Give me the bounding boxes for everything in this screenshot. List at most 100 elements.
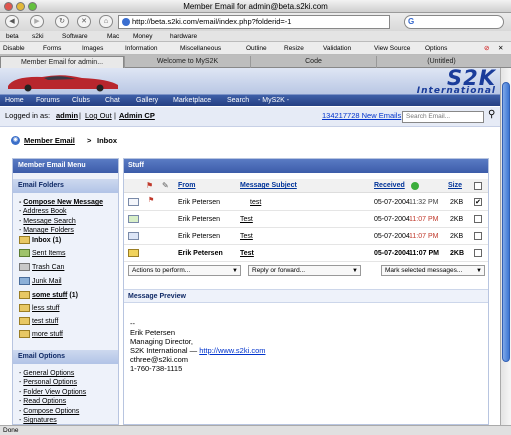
logout-link[interactable]: Log Out bbox=[85, 111, 112, 121]
nav-forums[interactable]: Forums bbox=[36, 95, 60, 107]
nav-gallery[interactable]: Gallery bbox=[136, 95, 158, 107]
table-row[interactable]: Erik Petersen Test 05-07-2004 11:07 PM 2… bbox=[124, 228, 488, 245]
home-button[interactable]: ⌂ bbox=[99, 15, 113, 28]
car-photo-icon bbox=[8, 75, 118, 92]
scrollbar-thumb[interactable] bbox=[502, 82, 510, 362]
row-checkbox[interactable]: ✔ bbox=[474, 198, 482, 206]
dev-toolbar-item[interactable]: Resize bbox=[284, 42, 304, 55]
login-bar: Logged in as: admin | Log Out | Admin CP… bbox=[0, 107, 500, 127]
forward-button[interactable]: ▶ bbox=[30, 15, 44, 28]
dev-toolbar-close-icon[interactable]: ✕ bbox=[498, 42, 503, 55]
email-search-input[interactable]: Search Email... bbox=[402, 111, 484, 123]
row-checkbox[interactable] bbox=[474, 232, 482, 240]
compose-new-message-link[interactable]: - Compose New Message bbox=[19, 198, 103, 207]
dev-toolbar-item[interactable]: Outline bbox=[246, 42, 267, 55]
minimize-window-icon[interactable] bbox=[16, 2, 25, 11]
folder-sent-items[interactable]: Sent Items bbox=[19, 249, 65, 259]
dev-toolbar-item[interactable]: Forms bbox=[43, 42, 61, 55]
row-checkbox[interactable] bbox=[474, 215, 482, 223]
folder-test-stuff[interactable]: test stuff bbox=[19, 317, 58, 327]
message-search-link[interactable]: - Message Search bbox=[19, 217, 76, 226]
dev-toolbar-item[interactable]: Options bbox=[425, 42, 447, 55]
signatures-link[interactable]: - Signatures bbox=[19, 416, 57, 425]
nav-home[interactable]: Home bbox=[5, 95, 24, 107]
tab-mys2k[interactable]: Welcome to MyS2K bbox=[124, 56, 250, 68]
row-subject-link[interactable]: Test bbox=[240, 232, 253, 241]
nav-marketplace[interactable]: Marketplace bbox=[173, 95, 211, 107]
back-button[interactable]: ◀ bbox=[5, 15, 19, 28]
web-search-field[interactable]: G bbox=[404, 15, 504, 29]
preview-url-link[interactable]: http://www.s2ki.com bbox=[199, 346, 265, 355]
sort-arrow-icon[interactable] bbox=[411, 182, 419, 190]
dev-toolbar-item[interactable]: Images bbox=[82, 42, 103, 55]
breadcrumb-member-email[interactable]: Member Email bbox=[24, 136, 75, 146]
row-subject-link[interactable]: test bbox=[250, 198, 261, 207]
attachment-column-icon[interactable]: ✎ bbox=[162, 181, 169, 190]
column-from[interactable]: From bbox=[178, 181, 196, 191]
tab-code[interactable]: Code bbox=[250, 56, 376, 68]
reply-forward-select[interactable]: Reply or forward... ▼ bbox=[248, 265, 361, 276]
manage-folders-link[interactable]: - Manage Folders bbox=[19, 226, 74, 235]
column-size[interactable]: Size bbox=[448, 181, 462, 191]
table-row[interactable]: Erik Petersen Test 05-07-2004 11:07 PM 2… bbox=[124, 245, 488, 262]
table-row[interactable]: Erik Petersen Test 05-07-2004 11:07 PM 2… bbox=[124, 211, 488, 228]
nav-search[interactable]: Search bbox=[227, 95, 249, 107]
dev-toolbar-item[interactable]: Miscellaneous bbox=[180, 42, 221, 55]
row-checkbox[interactable] bbox=[474, 249, 482, 257]
actions-select[interactable]: Actions to perform... ▼ bbox=[128, 265, 241, 276]
row-subject-link[interactable]: Test bbox=[240, 215, 253, 224]
folder-less-stuff[interactable]: less stuff bbox=[19, 304, 60, 314]
select-all-checkbox[interactable] bbox=[474, 182, 482, 190]
s2k-international-logo[interactable]: S2K International bbox=[417, 68, 496, 96]
dev-toolbar-item[interactable]: View Source bbox=[374, 42, 410, 55]
table-row[interactable]: ⚑ Erik Petersen test 05-07-2004 11:32 PM… bbox=[124, 194, 488, 211]
nav-mys2k[interactable]: - MyS2K - bbox=[258, 95, 289, 107]
dev-toolbar-item[interactable]: Information bbox=[125, 42, 158, 55]
folder-view-options-link[interactable]: - Folder View Options bbox=[19, 388, 86, 397]
tab-member-email[interactable]: Member Email for admin... bbox=[0, 56, 124, 68]
bookmark-item[interactable]: Software bbox=[62, 31, 88, 42]
username-link[interactable]: admin bbox=[56, 111, 78, 121]
general-options-link[interactable]: - General Options bbox=[19, 369, 74, 378]
folder-trash-can[interactable]: Trash Can bbox=[19, 263, 64, 273]
preview-line: Erik Petersen bbox=[130, 328, 176, 337]
url-field[interactable]: http://beta.s2ki.com/email/index.php?fol… bbox=[118, 15, 390, 29]
dev-toolbar-item[interactable]: Disable bbox=[3, 42, 25, 55]
column-subject[interactable]: Message Subject bbox=[240, 181, 297, 191]
nav-chat[interactable]: Chat bbox=[105, 95, 120, 107]
bookmark-item[interactable]: beta bbox=[6, 31, 19, 42]
bookmark-item[interactable]: Mac bbox=[107, 31, 119, 42]
bookmark-item[interactable]: hardware bbox=[170, 31, 197, 42]
vertical-scrollbar[interactable] bbox=[500, 68, 511, 425]
address-book-link[interactable]: - Address Book bbox=[19, 207, 66, 216]
close-window-icon[interactable] bbox=[4, 2, 13, 11]
zoom-window-icon[interactable] bbox=[28, 2, 37, 11]
bookmark-item[interactable]: s2ki bbox=[32, 31, 44, 42]
chevron-down-icon: ▼ bbox=[476, 268, 482, 274]
admin-cp-link[interactable]: Admin CP bbox=[119, 111, 155, 121]
site-navigation: Home Forums Clubs Chat Gallery Marketpla… bbox=[0, 94, 500, 106]
folder-some-stuff[interactable]: some stuff (1) bbox=[19, 291, 78, 301]
tab-untitled[interactable]: (Untitled) bbox=[376, 56, 506, 68]
row-subject-link[interactable]: Test bbox=[240, 249, 254, 258]
flag-icon[interactable]: ⚑ bbox=[148, 196, 154, 205]
search-icon[interactable]: ⚲ bbox=[488, 110, 495, 120]
read-options-link[interactable]: - Read Options bbox=[19, 397, 66, 406]
new-emails-link[interactable]: 134217728 New Emails bbox=[322, 111, 401, 121]
bookmark-item[interactable]: Money bbox=[133, 31, 153, 42]
mark-messages-select[interactable]: Mark selected messages... ▼ bbox=[381, 265, 485, 276]
stop-button[interactable]: ✕ bbox=[77, 15, 91, 28]
reload-button[interactable]: ↻ bbox=[55, 15, 69, 28]
dev-toolbar-error-icon[interactable]: ⊘ bbox=[484, 42, 489, 55]
column-received[interactable]: Received bbox=[374, 181, 405, 191]
flag-column-icon[interactable]: ⚑ bbox=[146, 181, 153, 190]
dev-toolbar-item[interactable]: Validation bbox=[323, 42, 351, 55]
folder-junk-mail[interactable]: Junk Mail bbox=[19, 277, 62, 287]
compose-options-link[interactable]: - Compose Options bbox=[19, 407, 79, 416]
folder-more-stuff[interactable]: more stuff bbox=[19, 330, 63, 340]
personal-options-link[interactable]: - Personal Options bbox=[19, 378, 77, 387]
folder-inbox[interactable]: Inbox (1) bbox=[19, 236, 61, 246]
row-date: 05-07-2004 bbox=[374, 233, 410, 240]
nav-clubs[interactable]: Clubs bbox=[72, 95, 90, 107]
row-size: 2KB bbox=[450, 216, 464, 223]
